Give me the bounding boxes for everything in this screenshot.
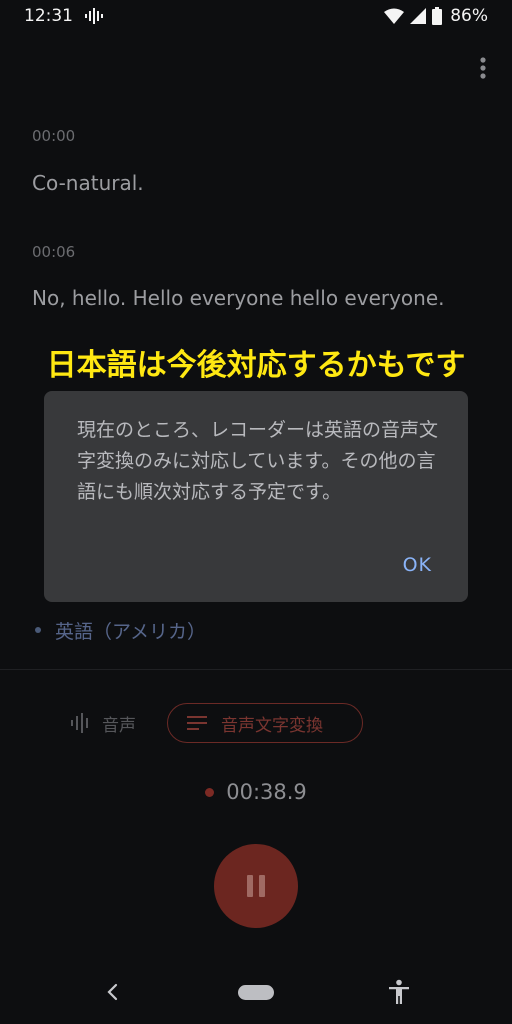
recording-timer: 00:38.9 (0, 780, 512, 804)
recording-waveform-icon (85, 8, 103, 24)
status-bar: 12:31 86% (0, 0, 512, 34)
more-options-icon[interactable] (474, 55, 492, 81)
tab-transcript[interactable]: 音声文字変換 (167, 703, 363, 743)
audio-waveform-icon (71, 713, 88, 733)
transcript-lines-icon (187, 716, 207, 730)
tab-audio-label: 音声 (102, 715, 136, 736)
pause-icon (259, 875, 265, 897)
annotation-caption: 日本語は今後対応するかもです (46, 348, 466, 383)
pause-button[interactable] (214, 844, 298, 928)
home-pill-button[interactable] (238, 985, 274, 1000)
pause-icon (247, 875, 253, 897)
language-notice-dialog: 現在のところ、レコーダーは英語の音声文字変換のみに対応しています。その他の言語に… (44, 391, 468, 602)
transcript-timestamp: 00:06 (32, 243, 76, 261)
cellular-signal-icon (410, 8, 427, 24)
divider (0, 669, 512, 670)
back-icon[interactable] (104, 982, 120, 1002)
language-label[interactable]: 英語（アメリカ） (55, 617, 206, 644)
status-time: 12:31 (24, 6, 73, 26)
transcript-line: No, hello. Hello everyone hello everyone… (32, 286, 445, 310)
recording-dot-icon (205, 787, 215, 797)
dialog-ok-button[interactable]: OK (403, 554, 432, 576)
timer-value: 00:38.9 (226, 780, 307, 804)
accessibility-icon[interactable] (387, 979, 411, 1005)
status-indicators: 86% (384, 6, 488, 26)
battery-percentage: 86% (450, 6, 488, 26)
tab-transcript-label: 音声文字変換 (221, 715, 323, 736)
recorder-screen: 12:31 86% 00:00 Co-natural. 00:06 No, he… (0, 0, 512, 1024)
wifi-icon (384, 8, 405, 24)
dialog-message: 現在のところ、レコーダーは英語の音声文字変換のみに対応しています。その他の言語に… (77, 419, 439, 503)
battery-icon (432, 7, 443, 25)
language-dot-icon (35, 627, 41, 633)
transcript-timestamp: 00:00 (32, 127, 76, 145)
tab-audio[interactable]: 音声 (70, 706, 136, 740)
transcript-line: Co-natural. (32, 171, 144, 195)
